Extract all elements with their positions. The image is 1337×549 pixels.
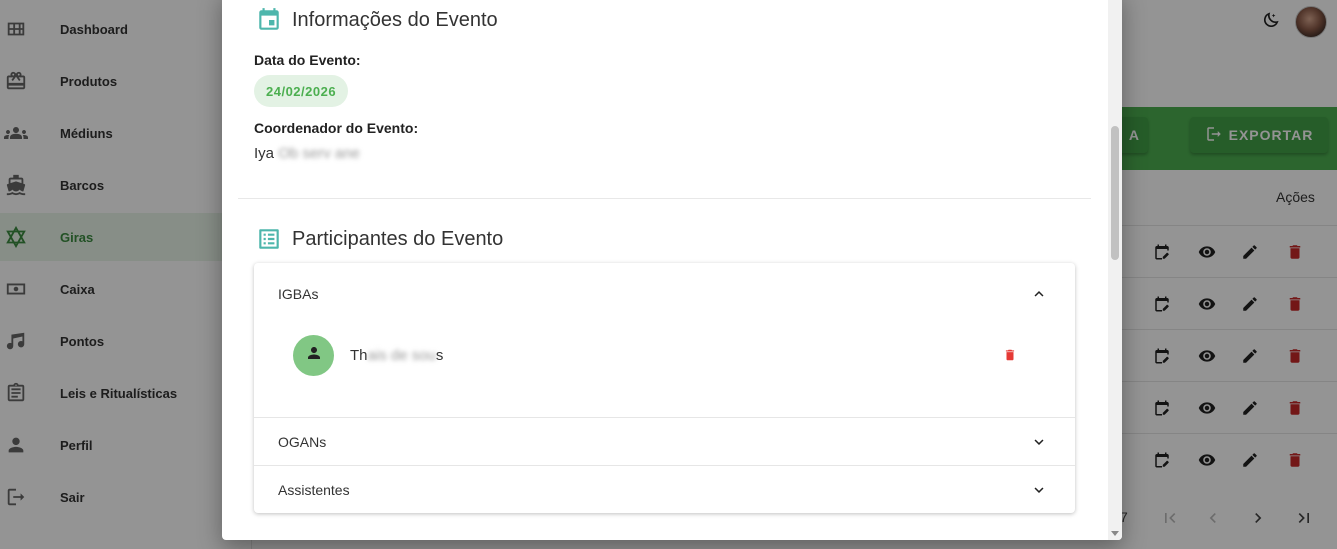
member-name-obscured: ais de sou bbox=[367, 347, 436, 364]
section-divider bbox=[238, 198, 1091, 199]
calendar-icon bbox=[256, 7, 282, 33]
date-label: Data do Evento: bbox=[254, 52, 361, 68]
member-name-visible: Th bbox=[350, 347, 368, 364]
accordion-label: Assistentes bbox=[278, 481, 350, 498]
event-info-header: Informações do Evento bbox=[256, 7, 498, 33]
participants-title: Participantes do Evento bbox=[292, 227, 504, 250]
member-avatar bbox=[293, 335, 334, 376]
coordinator-label: Coordenador do Evento: bbox=[254, 120, 419, 136]
coordinator-value: Iya Ob serv ane bbox=[254, 145, 360, 162]
list-icon bbox=[256, 226, 282, 252]
modal-scrollbar[interactable] bbox=[1108, 0, 1122, 540]
scroll-down-arrow-icon[interactable] bbox=[1111, 531, 1119, 536]
participants-accordion: IGBAs Thais de sous OGANs Assistentes bbox=[254, 263, 1075, 513]
accordion-assistentes-header[interactable]: Assistentes bbox=[254, 465, 1075, 513]
event-info-title: Informações do Evento bbox=[292, 8, 498, 31]
accordion-igbas-header[interactable]: IGBAs bbox=[254, 263, 1075, 325]
person-icon bbox=[305, 344, 323, 367]
event-details-modal: Informações do Evento Data do Evento: 24… bbox=[222, 0, 1122, 540]
accordion-label: OGANs bbox=[278, 433, 327, 450]
coordinator-name-visible: Iya bbox=[254, 145, 275, 162]
accordion-ogans-header[interactable]: OGANs bbox=[254, 417, 1075, 465]
participants-header: Participantes do Evento bbox=[256, 226, 503, 252]
chevron-down-icon[interactable] bbox=[1029, 432, 1049, 452]
member-name: Thais de sous bbox=[350, 347, 443, 364]
coordinator-name-obscured: Ob serv ane bbox=[278, 145, 360, 162]
date-chip: 24/02/2026 bbox=[254, 75, 349, 107]
member-name-tail: s bbox=[435, 347, 444, 364]
chevron-up-icon[interactable] bbox=[1029, 284, 1049, 304]
accordion-label: IGBAs bbox=[278, 286, 319, 302]
chevron-down-icon[interactable] bbox=[1029, 480, 1049, 500]
scroll-thumb[interactable] bbox=[1111, 126, 1119, 260]
accordion-igbas-body: Thais de sous bbox=[254, 325, 1075, 417]
delete-member-icon[interactable] bbox=[1002, 347, 1018, 363]
